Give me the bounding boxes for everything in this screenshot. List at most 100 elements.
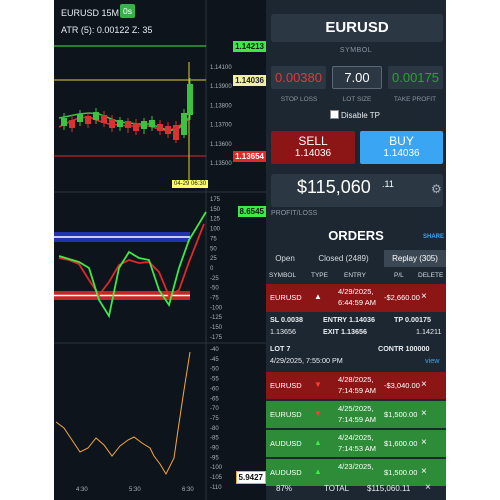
x-tick: 6:30 <box>182 487 194 493</box>
atr-readout: ATR (5): 0.00122 Z: 35 <box>61 25 153 35</box>
buy-price: 1.14036 <box>383 148 420 159</box>
close-icon[interactable]: × <box>425 482 431 493</box>
price-tick: 1.13500 <box>210 161 232 167</box>
stop-loss-input[interactable]: 0.00380 <box>271 66 326 89</box>
disable-tp-toggle[interactable]: Disable TP <box>330 110 380 120</box>
profit-loss-display: $115,060 .11 ⚙ <box>271 174 443 207</box>
lot-size-input[interactable]: 7.00 <box>332 66 382 89</box>
order-row[interactable]: EURUSD ▼ 4/28/2025, 7:14:59 AM -$3,040.00 × <box>266 372 446 399</box>
close-icon[interactable]: × <box>421 379 427 390</box>
footer-total: $115,060.11 <box>367 484 411 493</box>
take-profit-input[interactable]: 0.00175 <box>388 66 443 89</box>
col-delete: DELETE <box>418 272 444 279</box>
orders-title: ORDERS <box>328 228 384 243</box>
atr-tick: -100 <box>210 465 223 471</box>
osc-tick: 125 <box>210 217 221 223</box>
candle-body <box>149 120 155 127</box>
tab-replay[interactable]: Replay (305) <box>384 250 446 267</box>
symbol-selector[interactable]: EURUSD <box>271 14 443 42</box>
share-link[interactable]: SHARE <box>423 234 444 240</box>
row-symbol: EURUSD <box>270 410 302 419</box>
col-entry: ENTRY <box>344 272 366 279</box>
osc-tick: -175 <box>210 335 223 341</box>
detail-tp: TP 0.00175 <box>394 315 432 324</box>
low-price-label: 1.13654 <box>233 151 266 162</box>
atr-value-label: 5.9427 <box>235 471 266 484</box>
orders-footer: 87% TOTAL $115,060.11 × <box>266 480 446 500</box>
atr-tick: -90 <box>210 446 219 452</box>
order-row[interactable]: EURUSD ▲ 4/29/2025, 6:44:59 AM -$2,660.0… <box>266 284 446 312</box>
order-row[interactable]: EURUSD ▼ 4/25/2025, 7:14:59 AM $1,500.00 × <box>266 401 446 428</box>
detail-lot: LOT 7 <box>270 344 291 353</box>
arrow-down-icon: ▼ <box>314 409 322 418</box>
candle-body <box>133 123 139 131</box>
price-chart-panel[interactable]: 1.14100 1.13900 1.13800 1.13700 1.13600 1.135… <box>54 0 266 500</box>
candlesticks <box>61 78 193 143</box>
gear-icon[interactable]: ⚙ <box>431 182 442 196</box>
order-row[interactable]: AUDUSD ▲ 4/24/2025, 7:14:53 AM $1,600.00 × <box>266 430 446 457</box>
candle-body <box>173 125 179 140</box>
candle-body <box>69 120 75 128</box>
footer-total-label: TOTAL <box>324 484 350 493</box>
row-pl: -$2,660.00 <box>384 293 420 302</box>
replay-date-tag: 04-29 06:30 <box>172 180 209 188</box>
col-type: TYPE <box>311 272 328 279</box>
osc-tick: -50 <box>210 286 219 292</box>
close-icon[interactable]: × <box>421 408 427 419</box>
view-link[interactable]: view <box>425 356 439 365</box>
atr-tick: -60 <box>210 386 219 392</box>
close-icon[interactable]: × <box>421 291 427 302</box>
tab-open[interactable]: Open <box>266 250 304 267</box>
close-icon[interactable]: × <box>421 437 427 448</box>
osc-tick: -125 <box>210 315 223 321</box>
row-symbol: EURUSD <box>270 293 302 302</box>
candle-body <box>117 120 123 127</box>
osc-tick: 150 <box>210 207 221 213</box>
lot-size-caption: LOT SIZE <box>342 96 372 103</box>
close-icon[interactable]: × <box>421 466 427 477</box>
detail-contr: CONTR 100000 <box>378 344 430 353</box>
row-time: 7:14:53 AM <box>338 444 376 453</box>
arrow-down-icon: ▼ <box>314 380 322 389</box>
footer-percent: 87% <box>276 484 293 493</box>
order-panel: EURUSD SYMBOL 0.00380 7.00 0.00175 STOP … <box>266 0 446 500</box>
x-tick: 5:30 <box>129 487 141 493</box>
candle-body <box>141 121 147 129</box>
row-date: 4/25/2025, <box>338 404 374 413</box>
buy-label: BUY <box>389 134 414 148</box>
buy-button[interactable]: BUY 1.14036 <box>360 131 443 164</box>
arrow-up-icon: ▲ <box>314 467 322 476</box>
osc-tick: 25 <box>210 256 217 262</box>
detail-time: 4/29/2025, 7:55:00 PM <box>270 356 343 365</box>
tab-closed[interactable]: Closed (2489) <box>306 250 381 267</box>
osc-tick: -150 <box>210 325 223 331</box>
atr-tick: -70 <box>210 406 219 412</box>
row-time: 7:14:59 AM <box>338 386 376 395</box>
row-date: 4/29/2025, <box>338 287 374 296</box>
atr-tick: -85 <box>210 436 219 442</box>
row-date: 4/23/2025, <box>338 462 374 471</box>
candle-body <box>157 124 163 131</box>
row-date: 4/24/2025, <box>338 433 374 442</box>
detail-entry: ENTRY 1.14036 <box>323 315 375 324</box>
row-time: 6:44:59 AM <box>338 298 376 307</box>
atr-tick: -40 <box>210 347 219 353</box>
x-tick: 4:30 <box>76 487 88 493</box>
candle-body <box>125 121 131 128</box>
row-symbol: EURUSD <box>270 381 302 390</box>
sell-price: 1.14036 <box>294 148 332 159</box>
disable-tp-checkbox[interactable] <box>330 110 339 119</box>
row-symbol: AUDUSD <box>270 439 302 448</box>
candle-body <box>85 116 91 124</box>
atr-tick: -75 <box>210 416 219 422</box>
candle-body <box>77 114 83 122</box>
sell-button[interactable]: SELL 1.14036 <box>271 131 355 164</box>
price-tick: 1.13800 <box>210 103 232 109</box>
timeframe-badge[interactable]: 0s <box>120 4 135 18</box>
trading-app: 1.14100 1.13900 1.13800 1.13700 1.13600 1.135… <box>54 0 446 500</box>
atr-tick: -55 <box>210 377 219 383</box>
atr-tick: -65 <box>210 396 219 402</box>
atr-tick: -50 <box>210 367 219 373</box>
pnl-amount: $115,060 <box>297 177 371 197</box>
row-pl: $1,500.00 <box>384 410 418 419</box>
